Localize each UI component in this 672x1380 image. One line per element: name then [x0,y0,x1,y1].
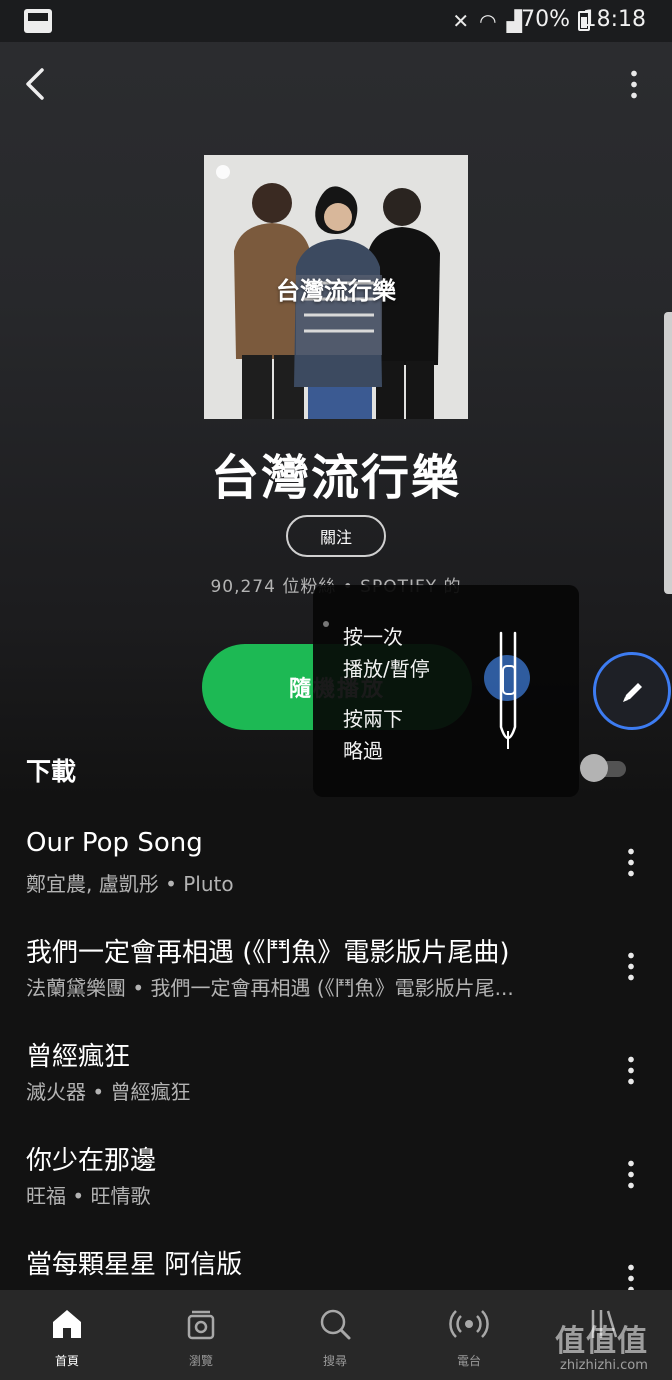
tab-search[interactable]: 搜尋 [268,1290,402,1380]
tab-label: 首頁 [54,1354,79,1368]
tip-single-tap: 按一次 [343,625,403,649]
follow-button[interactable]: 關注 [286,515,386,557]
track-more-button[interactable] [616,944,646,988]
track-more-button[interactable] [616,1256,646,1290]
tab-home[interactable]: 首頁 [0,1290,134,1380]
cover-title: 台灣流行樂 [276,277,396,305]
more-vertical-icon [628,950,634,982]
spotify-logo-icon [216,165,230,179]
track-row[interactable]: 你少在那邊 旺福 • 旺情歌 [0,1130,672,1234]
track-row[interactable]: 我們一定會再相遇 (《鬥魚》電影版片尾曲) 法蘭黛樂團 • 我們一定會再相遇 (… [0,922,672,1026]
chevron-left-icon [26,68,44,100]
more-options-button[interactable] [612,60,656,108]
track-more-button[interactable] [616,1152,646,1196]
pencil-icon [623,683,642,702]
tab-browse[interactable]: 瀏覽 [134,1290,268,1380]
tab-radio[interactable]: 電台 [402,1290,536,1380]
track-subtitle: 滅火器 • 曾經瘋狂 [26,1080,191,1104]
more-vertical-icon [628,1262,634,1290]
tip-play-pause: 播放/暫停 [343,657,430,681]
clock: 18:18 [582,7,646,32]
page-title: 台灣流行樂 [210,450,461,506]
track-row[interactable]: 當每顆星星 阿信版 [0,1234,672,1290]
track-subtitle: 鄭宜農, 盧凱彤 • Pluto [26,872,234,896]
tab-label: 瀏覽 [188,1354,213,1368]
track-title: 我們一定會再相遇 (《鬥魚》電影版片尾曲) [26,938,510,968]
watermark-logo: 值值值 [555,1324,648,1359]
more-vertical-icon [628,846,634,878]
radio-icon [449,1310,489,1338]
tab-label: 搜尋 [322,1354,347,1368]
nfc-icon [24,9,52,33]
track-row[interactable]: Our Pop Song 鄭宜農, 盧凱彤 • Pluto [0,818,672,922]
gesture-tip-overlay: 按一次 播放/暫停 按兩下 略過 [313,585,579,797]
status-icons: ✕ ◠ ▟ [452,8,522,34]
track-subtitle: 法蘭黛樂團 • 我們一定會再相遇 (《鬥魚》電影版片尾... [26,976,514,1000]
track-more-button[interactable] [616,840,646,884]
earbud-icon [499,631,517,749]
track-title: 你少在那邊 [26,1146,157,1176]
track-title: 曾經瘋狂 [26,1042,131,1072]
bullet-dot [323,621,329,627]
home-icon [53,1310,81,1338]
more-vertical-icon [628,1054,634,1086]
more-vertical-icon [628,1158,634,1190]
wifi-icon: ◠ [479,9,497,33]
download-toggle[interactable] [580,753,628,783]
tip-double-tap: 按兩下 [343,707,403,731]
signal-icon: ▟ [506,9,522,33]
watermark-url: zhizhizhi.com [560,1358,648,1373]
track-title: 當每顆星星 阿信版 [26,1250,243,1280]
status-bar: ✕ ◠ ▟ 70% 18:18 [0,0,672,42]
tab-label: 電台 [456,1354,481,1368]
track-subtitle: 旺福 • 旺情歌 [26,1184,151,1208]
playlist-cover: 台灣流行樂 [204,155,468,419]
track-more-button[interactable] [616,1048,646,1092]
track-title: Our Pop Song [26,828,203,858]
search-icon [320,1309,351,1340]
track-row[interactable]: 曾經瘋狂 滅火器 • 曾經瘋狂 [0,1026,672,1130]
browse-icon [187,1310,215,1340]
battery-percent: 70% [521,7,570,32]
mute-icon: ✕ [452,9,470,33]
edit-button[interactable] [593,652,671,730]
toggle-knob [580,754,608,782]
tip-skip: 略過 [343,739,383,763]
back-button[interactable] [14,60,58,108]
more-vertical-icon [631,68,637,100]
download-label: 下載 [26,757,77,786]
